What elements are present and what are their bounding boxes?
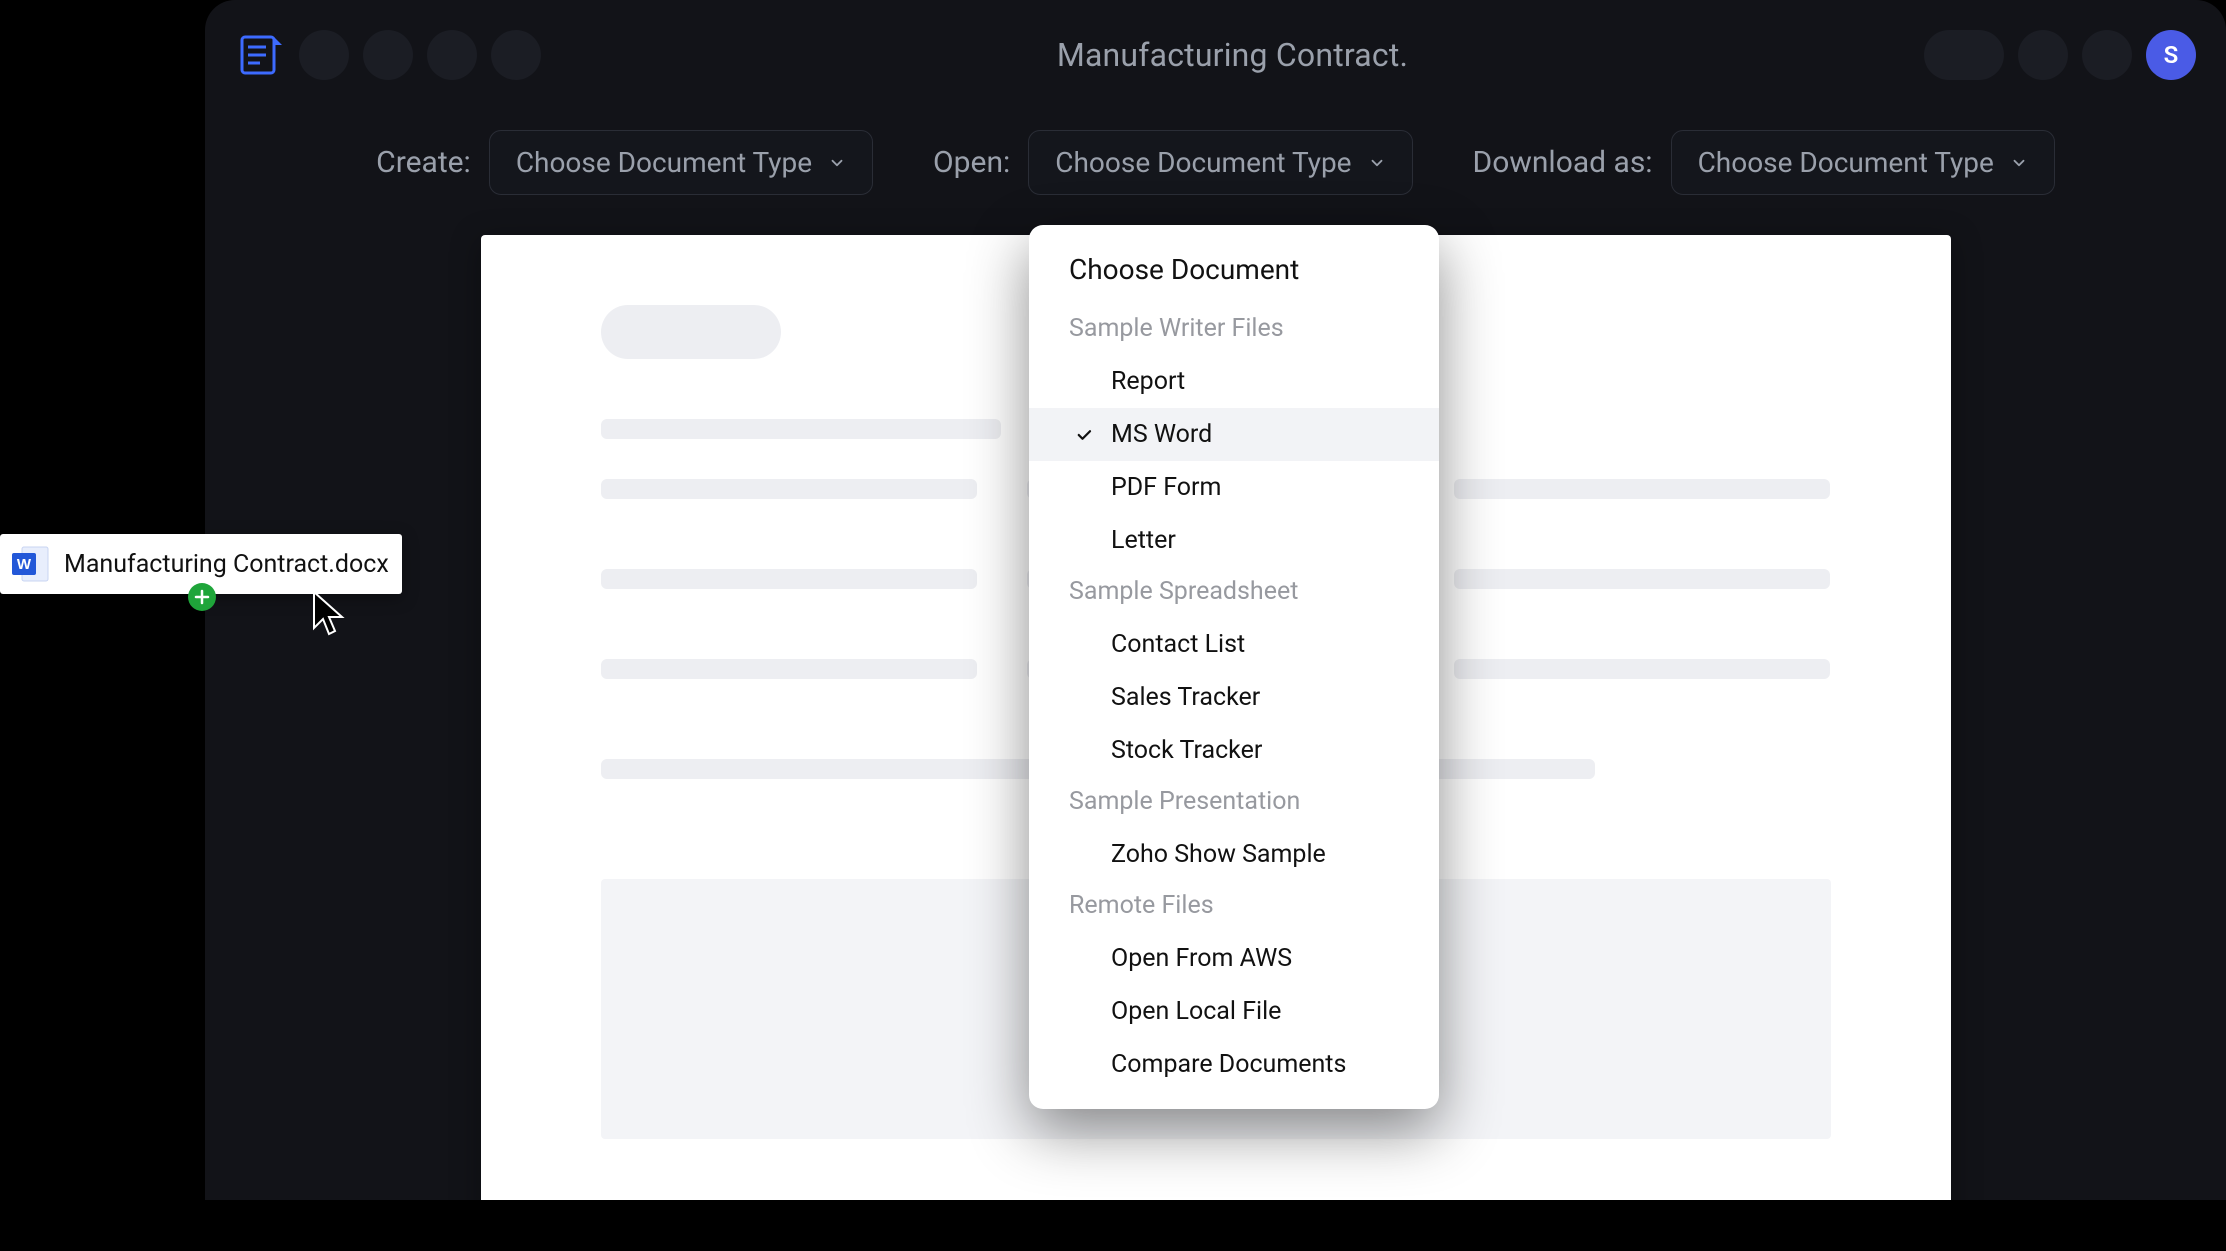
dropdown-item-label: Zoho Show Sample (1107, 840, 1326, 869)
action-toolbar: Create: Choose Document Type Open: Choos… (205, 110, 2226, 235)
dropdown-item[interactable]: PDF Form (1029, 461, 1439, 514)
open-dropdown: Choose Document Sample Writer Files Repor… (1029, 225, 1439, 1109)
dropdown-item[interactable]: Zoho Show Sample (1029, 828, 1439, 881)
document-title: Manufacturing Contract. (541, 36, 1924, 74)
check-icon (1073, 532, 1095, 550)
dropdown-item-label: MS Word (1107, 420, 1212, 449)
check-icon (1073, 950, 1095, 968)
dropdown-item[interactable]: Stock Tracker (1029, 724, 1439, 777)
placeholder-line (601, 419, 1001, 439)
toolbar-placeholder-button[interactable] (299, 30, 349, 80)
open-select-text: Choose Document Type (1055, 146, 1351, 179)
check-icon (1073, 742, 1095, 760)
placeholder-title (601, 305, 781, 359)
dropdown-title: Choose Document (1029, 253, 1439, 304)
check-icon (1073, 373, 1095, 391)
dropdown-item[interactable]: Sales Tracker (1029, 671, 1439, 724)
check-icon (1073, 426, 1095, 444)
dropdown-item-label: Letter (1107, 526, 1176, 555)
dropdown-item-label: Open Local File (1107, 997, 1281, 1026)
check-icon (1073, 846, 1095, 864)
drop-add-badge-icon (188, 583, 216, 611)
dropdown-item-label: Open From AWS (1107, 944, 1292, 973)
topbar-action-placeholder[interactable] (2082, 30, 2132, 80)
download-group: Download as: Choose Document Type (1473, 130, 2055, 195)
check-icon (1073, 1056, 1095, 1074)
open-select[interactable]: Choose Document Type (1028, 130, 1412, 195)
placeholder-line (601, 479, 978, 499)
check-icon (1073, 689, 1095, 707)
download-label: Download as: (1473, 145, 1653, 180)
document-logo-icon (235, 30, 285, 80)
check-icon (1073, 479, 1095, 497)
download-select[interactable]: Choose Document Type (1671, 130, 2055, 195)
placeholder-line (1454, 659, 1831, 679)
check-icon (1073, 636, 1095, 654)
toolbar-placeholder-button[interactable] (363, 30, 413, 80)
placeholder-line (601, 659, 978, 679)
download-select-text: Choose Document Type (1698, 146, 1994, 179)
topbar-action-placeholder[interactable] (1924, 30, 2004, 80)
topbar-right: S (1924, 30, 2196, 80)
dropdown-section-header: Sample Spreadsheet (1029, 567, 1439, 618)
dropdown-item[interactable]: MS Word (1029, 408, 1439, 461)
dropdown-section-header: Remote Files (1029, 881, 1439, 932)
toolbar-placeholder-button[interactable] (427, 30, 477, 80)
dropdown-section-header: Sample Presentation (1029, 777, 1439, 828)
placeholder-line (601, 569, 978, 589)
stage: Manufacturing Contract. S Create: Choose… (0, 0, 2226, 1251)
app-window: Manufacturing Contract. S Create: Choose… (205, 0, 2226, 1200)
dropdown-item[interactable]: Open From AWS (1029, 932, 1439, 985)
user-avatar[interactable]: S (2146, 30, 2196, 80)
svg-text:W: W (17, 556, 32, 573)
dropdown-item[interactable]: Report (1029, 355, 1439, 408)
chevron-down-icon (2010, 154, 2028, 172)
dropdown-item-label: Sales Tracker (1107, 683, 1260, 712)
create-select-text: Choose Document Type (516, 146, 812, 179)
chevron-down-icon (1368, 154, 1386, 172)
dropdown-item-label: Report (1107, 367, 1185, 396)
create-group: Create: Choose Document Type (376, 130, 873, 195)
dropdown-item[interactable]: Compare Documents (1029, 1038, 1439, 1091)
placeholder-line (1454, 569, 1831, 589)
toolbar-placeholder-button[interactable] (491, 30, 541, 80)
placeholder-line (1454, 479, 1831, 499)
chevron-down-icon (828, 154, 846, 172)
dropdown-item[interactable]: Letter (1029, 514, 1439, 567)
check-icon (1073, 1003, 1095, 1021)
cursor-icon (310, 590, 352, 644)
open-label: Open: (933, 145, 1010, 180)
dropdown-item-label: PDF Form (1107, 473, 1221, 502)
dragged-file-name: Manufacturing Contract.docx (64, 550, 389, 579)
create-select[interactable]: Choose Document Type (489, 130, 873, 195)
topbar-left (235, 30, 541, 80)
dropdown-item-label: Stock Tracker (1107, 736, 1262, 765)
topbar: Manufacturing Contract. S (205, 0, 2226, 110)
dropdown-item-label: Compare Documents (1107, 1050, 1346, 1079)
msword-file-icon: W (10, 543, 52, 585)
dropdown-item[interactable]: Contact List (1029, 618, 1439, 671)
dropdown-item[interactable]: Open Local File (1029, 985, 1439, 1038)
create-label: Create: (376, 145, 471, 180)
dropdown-item-label: Contact List (1107, 630, 1245, 659)
dropdown-section-header: Sample Writer Files (1029, 304, 1439, 355)
open-group: Open: Choose Document Type (933, 130, 1412, 195)
topbar-action-placeholder[interactable] (2018, 30, 2068, 80)
